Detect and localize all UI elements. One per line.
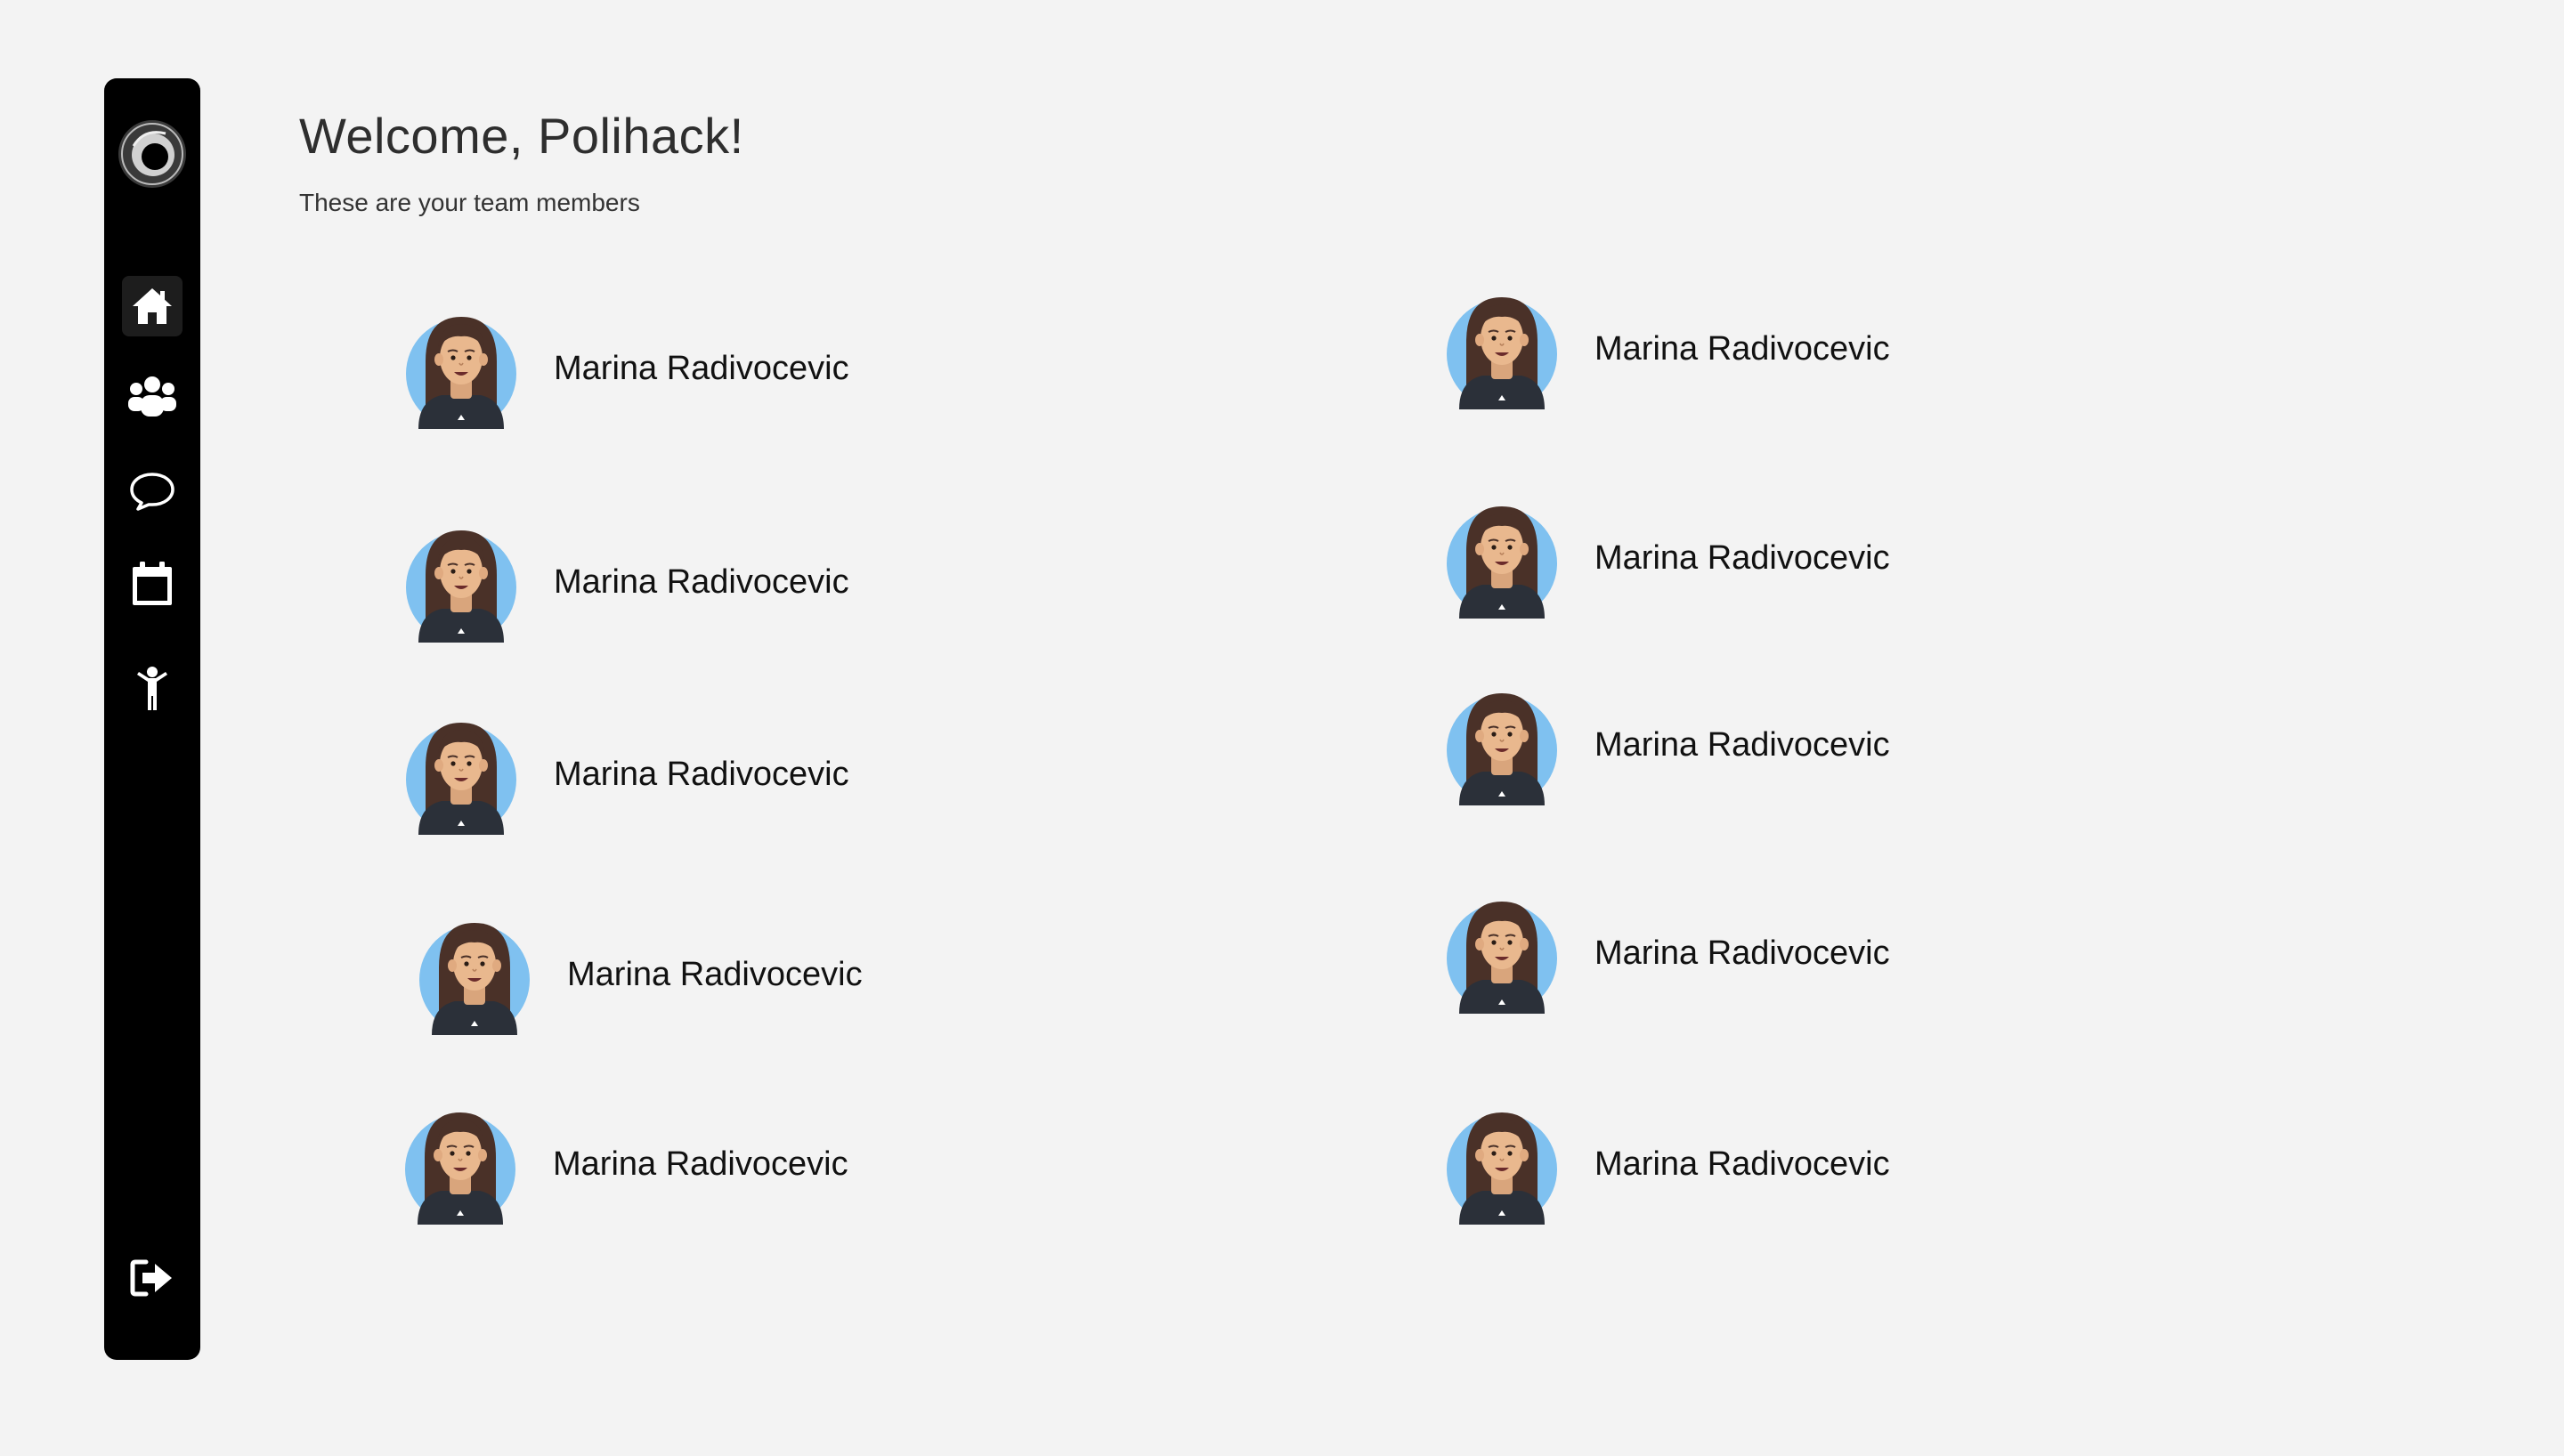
avatar — [1447, 1104, 1557, 1225]
member-name: Marina Radivocevic — [554, 562, 849, 601]
sidebar-item-chat[interactable] — [122, 461, 183, 522]
team-member-card[interactable]: Marina Radivocevic — [1447, 684, 1890, 805]
avatar — [405, 1104, 515, 1225]
member-name: Marina Radivocevic — [1594, 725, 1890, 764]
avatar — [406, 308, 516, 429]
team-member-card[interactable]: Marina Radivocevic — [1447, 1104, 1890, 1225]
sidebar-item-calendar[interactable] — [122, 554, 183, 614]
member-name: Marina Radivocevic — [1594, 1145, 1890, 1183]
team-icon — [128, 376, 176, 417]
avatar — [419, 914, 530, 1035]
sidebar-item-home[interactable] — [122, 276, 183, 336]
member-name: Marina Radivocevic — [1594, 538, 1890, 577]
member-name: Marina Radivocevic — [567, 955, 863, 993]
avatar — [406, 714, 516, 835]
sidebar — [104, 78, 200, 1360]
home-icon — [133, 288, 172, 324]
sidebar-item-person[interactable] — [122, 659, 183, 719]
member-name: Marina Radivocevic — [1594, 329, 1890, 368]
chat-bubble-icon — [130, 473, 174, 511]
team-member-card[interactable]: Marina Radivocevic — [419, 914, 863, 1035]
sidebar-item-team[interactable] — [122, 366, 183, 426]
logout-icon — [130, 1259, 172, 1297]
team-member-card[interactable]: Marina Radivocevic — [1447, 288, 1890, 409]
avatar — [1447, 684, 1557, 805]
member-name: Marina Radivocevic — [553, 1145, 848, 1183]
avatar — [1447, 288, 1557, 409]
team-member-card[interactable]: Marina Radivocevic — [1447, 497, 1890, 619]
member-name: Marina Radivocevic — [554, 755, 849, 793]
page-title: Welcome, Polihack! — [299, 108, 744, 164]
person-icon — [137, 667, 167, 710]
team-member-card[interactable]: Marina Radivocevic — [1447, 893, 1890, 1014]
member-name: Marina Radivocevic — [1594, 934, 1890, 972]
page-subtitle: These are your team members — [299, 189, 640, 216]
team-member-card[interactable]: Marina Radivocevic — [405, 1104, 848, 1225]
avatar — [1447, 497, 1557, 619]
logout-button[interactable] — [122, 1248, 183, 1308]
team-member-card[interactable]: Marina Radivocevic — [406, 308, 849, 429]
team-member-card[interactable]: Marina Radivocevic — [406, 714, 849, 835]
avatar — [406, 522, 516, 643]
calendar-icon — [133, 562, 172, 605]
member-name: Marina Radivocevic — [554, 349, 849, 387]
avatar — [1447, 893, 1557, 1014]
ring-logo-icon[interactable] — [118, 119, 187, 189]
team-member-card[interactable]: Marina Radivocevic — [406, 522, 849, 643]
